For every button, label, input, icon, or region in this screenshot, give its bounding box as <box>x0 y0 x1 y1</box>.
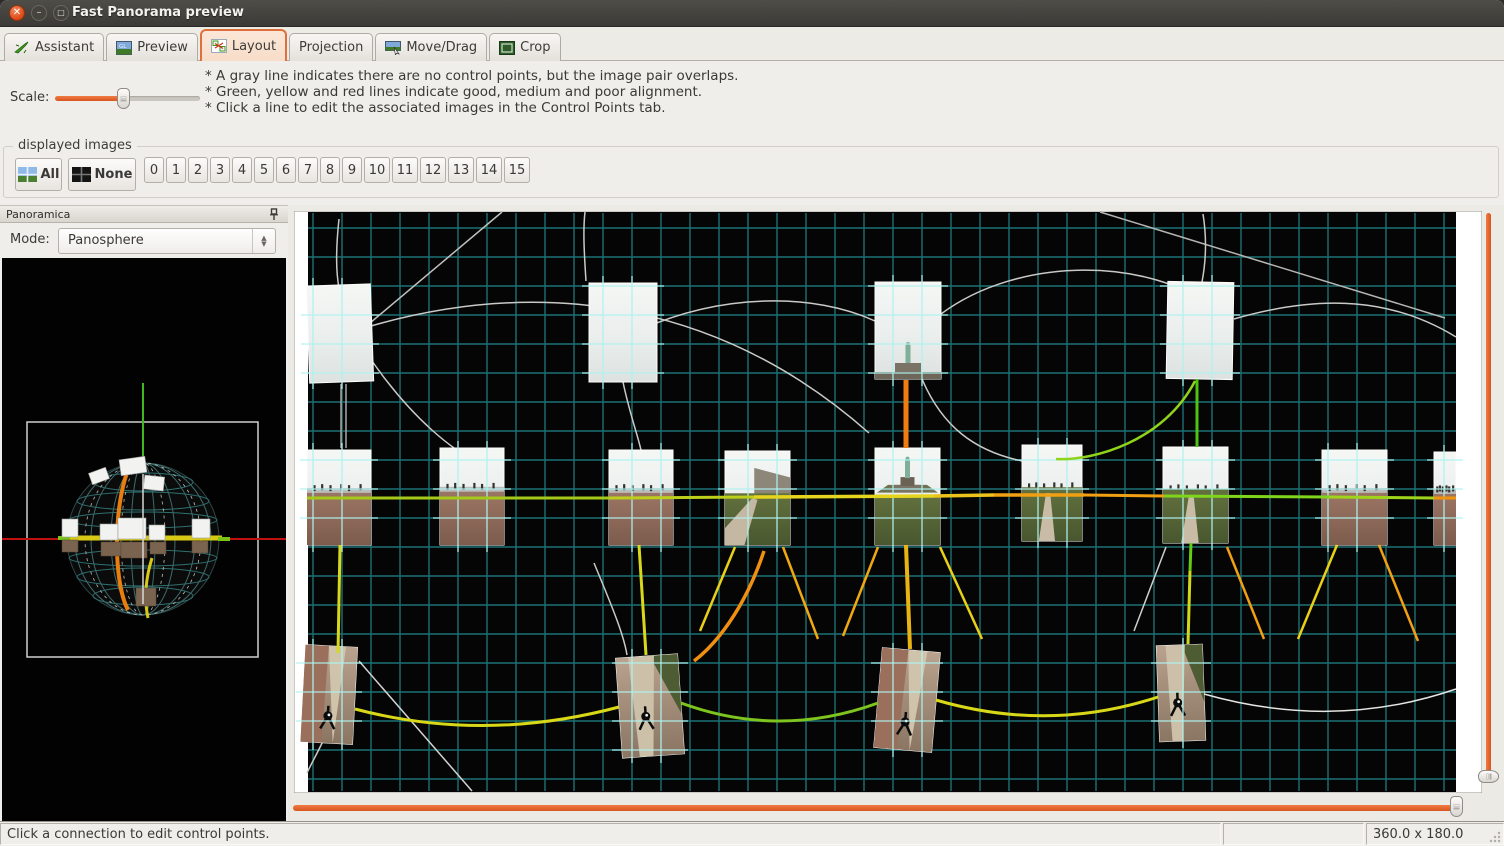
tab-assistant[interactable]: Assistant <box>4 33 104 61</box>
vertical-pan-slider[interactable] <box>1486 213 1491 783</box>
scale-slider[interactable] <box>55 87 200 109</box>
image-toggle-12[interactable]: 12 <box>420 157 446 183</box>
window-title: Fast Panorama preview <box>72 5 244 20</box>
tab-crop[interactable]: Crop <box>489 33 560 61</box>
displayed-images-legend: displayed images <box>13 138 137 153</box>
show-all-button[interactable]: All <box>15 158 62 191</box>
app-window: ✕ – □ Fast Panorama preview Assistant GL P… <box>0 0 1504 846</box>
pano-image[interactable] <box>616 654 685 758</box>
title-bar[interactable]: ✕ – □ Fast Panorama preview <box>0 0 1504 27</box>
status-message: Click a connection to edit control point… <box>0 823 1221 845</box>
side-panel-header: Panoramica <box>0 205 288 223</box>
tab-label: Preview <box>137 40 188 55</box>
minimize-button[interactable]: – <box>31 5 47 21</box>
tab-label: Move/Drag <box>406 40 477 55</box>
note-click-line: * Click a line to edit the associated im… <box>205 100 738 116</box>
note-color-lines: * Green, yellow and red lines indicate g… <box>205 84 738 100</box>
tab-label: Crop <box>520 40 550 55</box>
panosphere-preview[interactable] <box>2 258 286 822</box>
image-toggle-5[interactable]: 5 <box>254 157 274 183</box>
mode-row: Mode: Panosphere ▲▼ <box>0 223 288 258</box>
pano-image[interactable] <box>875 282 941 379</box>
mode-select[interactable]: Panosphere ▲▼ <box>58 228 276 254</box>
image-toggle-1[interactable]: 1 <box>166 157 186 183</box>
scale-slider-thumb[interactable] <box>117 88 130 109</box>
image-toggle-13[interactable]: 13 <box>448 157 474 183</box>
close-button[interactable]: ✕ <box>9 5 25 21</box>
resize-grip[interactable] <box>1488 830 1502 844</box>
maximize-button[interactable]: □ <box>53 5 69 21</box>
pano-image[interactable] <box>1166 281 1234 379</box>
pano-image[interactable] <box>306 284 373 383</box>
all-button-label: All <box>41 167 60 182</box>
scale-slider-fill <box>55 96 123 101</box>
image-toggle-8[interactable]: 8 <box>320 157 340 183</box>
image-toggle-11[interactable]: 11 <box>392 157 418 183</box>
tab-projection[interactable]: Projection <box>289 33 373 61</box>
scale-slider-track <box>123 96 200 101</box>
mode-selected-value: Panosphere <box>68 233 144 248</box>
panosphere-canvas <box>2 258 286 822</box>
side-panel-title: Panoramica <box>6 208 70 221</box>
tab-label: Assistant <box>35 40 94 55</box>
image-toggle-9[interactable]: 9 <box>342 157 362 183</box>
mode-spinner-icon[interactable]: ▲▼ <box>252 229 275 253</box>
image-toggle-15[interactable]: 15 <box>504 157 530 183</box>
tab-move-drag[interactable]: Move/Drag <box>375 33 487 61</box>
none-button-label: None <box>95 167 133 182</box>
tab-label: Projection <box>299 40 363 55</box>
tab-layout[interactable]: Layout <box>200 29 287 61</box>
image-toggle-6[interactable]: 6 <box>276 157 296 183</box>
horizontal-pan-thumb[interactable] <box>1450 796 1463 817</box>
no-images-icon <box>72 167 91 182</box>
image-toggle-buttons: 0123456789101112131415 <box>144 157 532 183</box>
image-toggle-14[interactable]: 14 <box>476 157 502 183</box>
vertical-pan-thumb[interactable] <box>1478 770 1499 783</box>
show-none-button[interactable]: None <box>68 158 136 191</box>
tab-label: Layout <box>232 39 276 54</box>
image-toggle-0[interactable]: 0 <box>144 157 164 183</box>
all-images-icon <box>18 167 37 182</box>
status-bar: Click a connection to edit control point… <box>0 821 1504 846</box>
image-toggle-10[interactable]: 10 <box>364 157 390 183</box>
note-gray-line: * A gray line indicates there are no con… <box>205 68 738 84</box>
tab-preview[interactable]: GL Preview <box>106 33 198 61</box>
displayed-images-group: displayed images All None 01234567891011… <box>3 146 1499 198</box>
preview-side-panel: Panoramica Mode: Panosphere ▲▼ <box>0 205 288 822</box>
image-toggle-2[interactable]: 2 <box>188 157 208 183</box>
image-toggle-7[interactable]: 7 <box>298 157 318 183</box>
image-toggle-4[interactable]: 4 <box>232 157 252 183</box>
mode-label: Mode: <box>10 232 50 247</box>
pano-image[interactable] <box>589 283 657 382</box>
scale-label: Scale: <box>10 90 49 105</box>
status-middle-cell <box>1223 823 1364 845</box>
pano-image[interactable] <box>300 645 357 745</box>
horizontal-pan-slider[interactable] <box>293 805 1463 811</box>
legend-notes: * A gray line indicates there are no con… <box>205 68 738 116</box>
layout-canvas[interactable] <box>294 211 1482 793</box>
svg-text:GL: GL <box>119 44 127 50</box>
pin-icon[interactable] <box>268 208 280 221</box>
layout-main-area <box>288 205 1504 822</box>
image-toggle-3[interactable]: 3 <box>210 157 230 183</box>
pano-image[interactable] <box>1156 644 1205 742</box>
tab-bar: Assistant GL Preview Layout Projection Move/D… <box>0 27 1504 61</box>
canvas-size-readout: 360.0 x 180.0 <box>1366 823 1504 845</box>
scale-row: Scale: * A gray line indicates there are… <box>0 61 1504 145</box>
